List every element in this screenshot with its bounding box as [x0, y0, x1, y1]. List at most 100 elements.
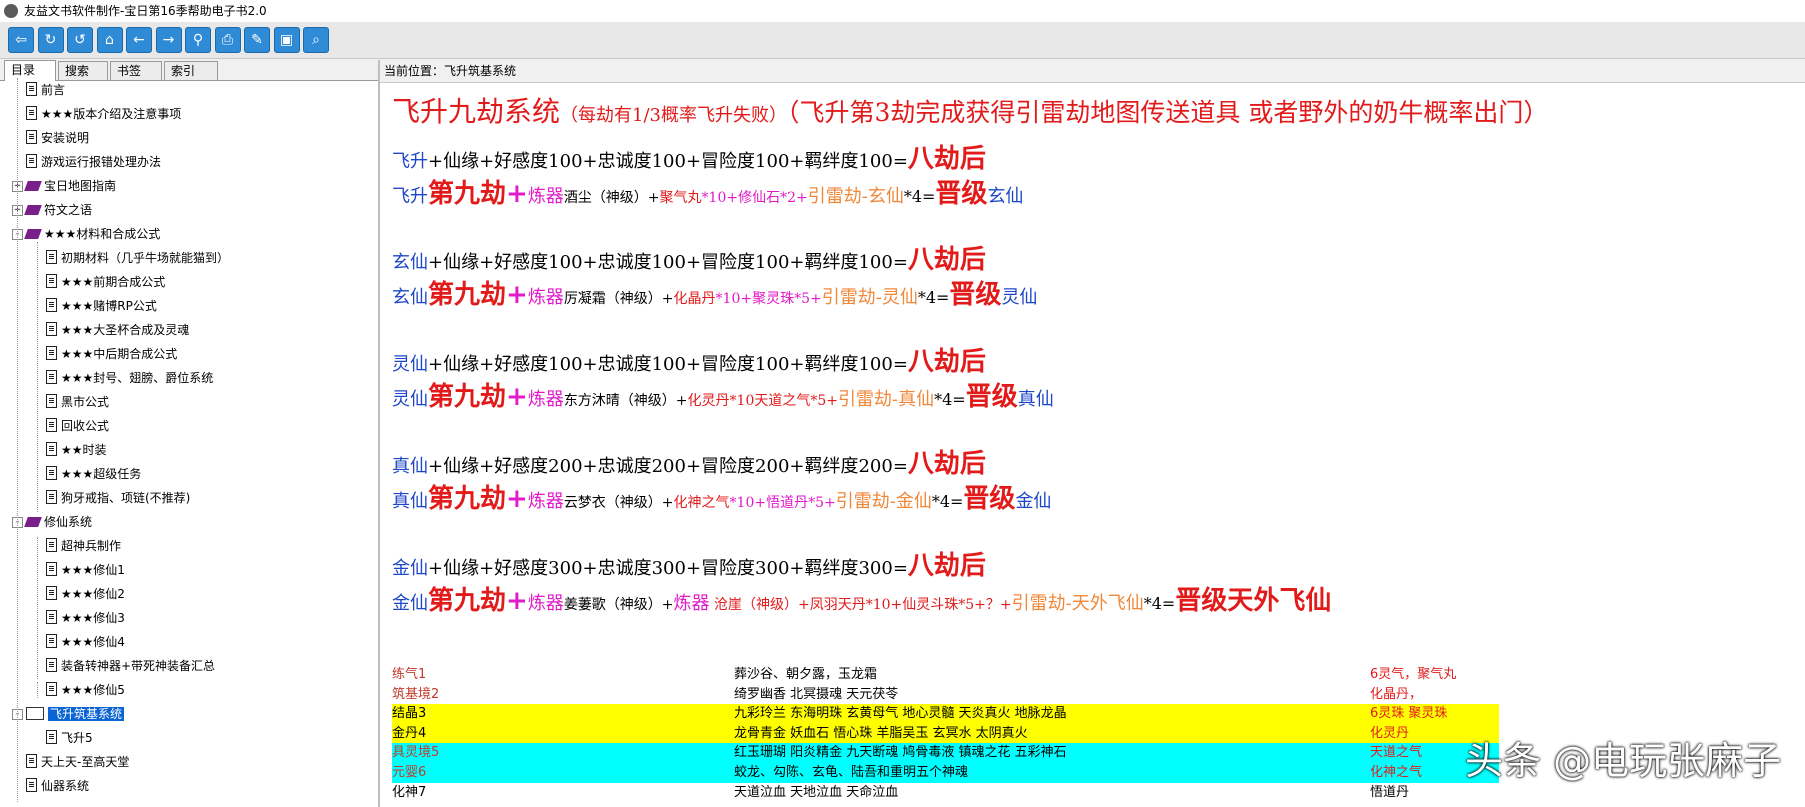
find-icon[interactable]: ⌕ — [303, 27, 329, 53]
tree-item[interactable]: 宝日地图指南 — [24, 174, 116, 198]
tree-item[interactable]: 修仙系统 — [24, 510, 92, 534]
formula-plus: + — [506, 382, 528, 412]
tree-item[interactable]: ★★★修仙2 — [46, 582, 125, 606]
formula-line: 真仙第九劫+炼器云梦衣（神级）+化神之气*10+悟道丹*5+引雷劫-金仙*4=晋… — [392, 478, 1051, 515]
formula-thunder: 引雷劫-玄仙 — [807, 186, 904, 207]
table-cell-stage: 具灵境5 — [392, 745, 440, 761]
document-icon — [46, 322, 57, 336]
tree-item[interactable]: 黑市公式 — [46, 390, 109, 414]
book-icon — [24, 517, 42, 527]
article-heading: 飞升九劫系统（每劫有1/3概率飞升失败）（飞升第3劫完成获得引雷劫地图传送道具 … — [392, 90, 1548, 130]
formula-item: 炼器 — [527, 593, 564, 614]
table-cell-materials: 九彩玲兰 东海明珠 玄黄母气 地心灵髓 天炎真火 地脉龙晶 — [734, 706, 1067, 722]
formula-material: 聚气丸 — [659, 190, 702, 206]
tree-item[interactable]: 飞升5 — [46, 726, 93, 750]
tree-item[interactable]: 飞升筑基系统 — [26, 702, 125, 726]
stage-name: 金仙 — [392, 558, 428, 579]
tree-item-label: ★★时装 — [61, 443, 107, 457]
requirement-text: +仙缘+好感度100+忠诚度100+冒险度100+羁绊度100= — [428, 151, 908, 172]
tree-item[interactable]: 装备转神器+带死神装备汇总 — [46, 654, 215, 678]
document-icon — [46, 346, 57, 360]
tab-2[interactable]: 书签 — [110, 61, 162, 80]
next-stage: 真仙 — [1017, 389, 1054, 410]
table-row: 元婴6 蛟龙、勾陈、玄龟、陆吾和重明五个神魂 化神之气 — [392, 763, 1499, 783]
formula-plus: + — [506, 280, 528, 310]
tree-item[interactable]: ★★★超级任务 — [46, 462, 141, 486]
formula-item: 炼器 — [527, 287, 564, 308]
search-icon[interactable]: ⚲ — [185, 27, 211, 53]
tree-item[interactable]: ★★★材料和合成公式 — [24, 222, 160, 246]
stage-name: 灵仙 — [392, 389, 428, 410]
tree-item[interactable]: ★★★封号、翅膀、爵位系统 — [46, 366, 213, 390]
formula-result: 晋级 — [935, 179, 988, 209]
requirement-result: 八劫后 — [907, 245, 986, 275]
table-cell-product: 6灵珠 聚灵珠 — [1370, 706, 1448, 722]
tab-1[interactable]: 搜索 — [58, 61, 108, 80]
tree-item[interactable]: ★★★赌博RP公式 — [46, 294, 157, 318]
table-cell-materials: 龙骨青金 妖血石 悟心珠 羊脂吴玉 玄冥水 太阴真火 — [734, 725, 1028, 741]
tab-3[interactable]: 索引 — [164, 61, 218, 80]
requirement-result: 八劫后 — [907, 347, 986, 377]
formula-title: 第九劫 — [428, 586, 507, 616]
formula-thunder: 引雷劫-天外飞仙 — [1011, 593, 1144, 614]
tree-item[interactable]: ★★★大圣杯合成及灵魂 — [46, 318, 189, 342]
content-panel: 当前位置：飞升筑基系统 飞升九劫系统（每劫有1/3概率飞升失败）（飞升第3劫完成… — [380, 60, 1805, 807]
window-title: 友益文书软件制作-宝日第16季帮助电子书2.0 — [24, 4, 267, 18]
exit-icon[interactable]: ⇦ — [8, 27, 34, 53]
home-icon[interactable]: ⌂ — [96, 27, 123, 53]
forward-icon[interactable]: → — [155, 27, 182, 53]
document-icon — [46, 682, 57, 696]
tree-item[interactable]: 安装说明 — [26, 126, 89, 150]
requirement-text: +仙缘+好感度100+忠诚度100+冒险度100+羁绊度100= — [428, 252, 908, 273]
tree-item-label: 飞升筑基系统 — [48, 707, 125, 721]
tree-item[interactable]: ★★★修仙3 — [46, 606, 125, 630]
note-icon[interactable]: ✎ — [244, 27, 270, 53]
tree-item[interactable]: 回收公式 — [46, 414, 109, 438]
tree-item[interactable]: ★★★修仙4 — [46, 630, 125, 654]
tree-item[interactable]: 仙器系统 — [26, 774, 89, 798]
book-icon — [24, 229, 42, 239]
document-icon — [46, 658, 57, 672]
document-icon — [46, 418, 57, 432]
tree-item[interactable]: ★★★版本介绍及注意事项 — [26, 102, 181, 126]
tree-item-label: 超神兵制作 — [61, 539, 122, 553]
tree-item[interactable]: ★★★中后期合成公式 — [46, 342, 177, 366]
document-icon — [46, 730, 57, 744]
back-icon[interactable]: ← — [126, 27, 152, 53]
formula-item: 炼器 — [527, 389, 564, 410]
tree-item[interactable]: ★★★前期合成公式 — [46, 270, 165, 294]
tree-item[interactable]: ★★★修仙1 — [46, 558, 125, 582]
tree-item[interactable]: 游戏运行报错处理办法 — [26, 150, 161, 174]
tree-item[interactable]: 天上天-至高天堂 — [26, 750, 129, 774]
table-cell-product: 6灵气，聚气丸 — [1370, 667, 1457, 682]
tree-guide-line — [37, 242, 38, 512]
formula-item: 炼器 — [527, 186, 564, 207]
tree-item-label: ★★★修仙3 — [61, 611, 125, 625]
requirement-line: 飞升+仙缘+好感度100+忠诚度100+冒险度100+羁绊度100=八劫后 — [392, 138, 986, 175]
save-icon[interactable]: ▣ — [273, 27, 300, 53]
stage-name: 灵仙 — [392, 354, 428, 375]
tree-item-label: 安装说明 — [41, 131, 90, 145]
tree-item[interactable]: ★★时装 — [46, 438, 107, 462]
formula-multiplier: *4= — [934, 390, 966, 409]
reload-icon[interactable]: ↺ — [67, 27, 93, 53]
formula-detail: 厉凝霜（神级）+ — [563, 291, 674, 307]
tree-item[interactable]: 超神兵制作 — [46, 534, 121, 558]
tree-item[interactable]: 符文之语 — [24, 198, 92, 222]
stage-name: 真仙 — [392, 491, 428, 512]
refresh-icon[interactable]: ↻ — [37, 27, 64, 53]
tree-item[interactable]: ★★★修仙5 — [46, 678, 125, 702]
document-icon — [46, 394, 57, 408]
requirement-text: +仙缘+好感度200+忠诚度200+冒险度200+羁绊度200= — [428, 456, 908, 477]
tree-item[interactable]: 狗牙戒指、项链(不推荐) — [46, 486, 190, 510]
formula-material: 炼器 — [673, 593, 710, 614]
document-icon — [46, 490, 57, 504]
formula-plus: + — [506, 484, 528, 514]
print-icon[interactable]: ⎙ — [214, 27, 241, 53]
tree-item[interactable]: 前言 — [26, 78, 65, 102]
formula-detail: 东方沐晴（神级）+ — [563, 393, 688, 409]
formula-material-extra: *10+聚灵珠*5+ — [715, 291, 822, 307]
formula-material-extra: *10+修仙石*2+ — [701, 190, 808, 206]
tree-item[interactable]: 初期材料（几乎牛场就能猫到） — [46, 246, 229, 270]
document-icon — [46, 370, 57, 384]
